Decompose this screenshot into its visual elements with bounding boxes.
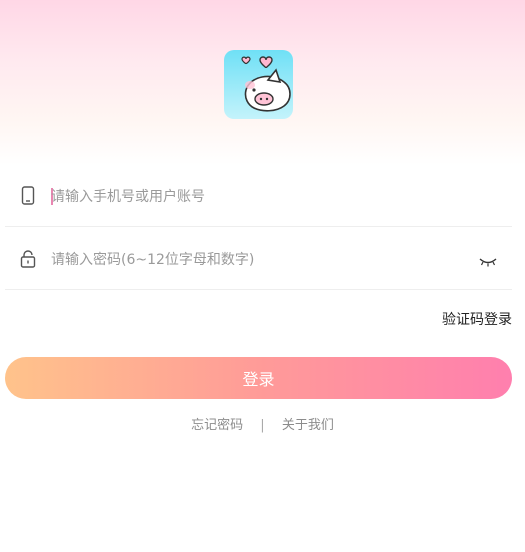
lock-icon bbox=[19, 249, 37, 269]
link-separator: | bbox=[260, 418, 265, 433]
account-input[interactable] bbox=[51, 186, 451, 208]
account-field bbox=[5, 166, 512, 227]
app-logo bbox=[224, 50, 293, 119]
phone-icon bbox=[19, 186, 37, 206]
about-us-link[interactable]: 关于我们 bbox=[282, 418, 334, 433]
forgot-password-link[interactable]: 忘记密码 bbox=[191, 418, 243, 433]
eye-closed-icon[interactable] bbox=[478, 253, 498, 267]
footer-links: 忘记密码 | 关于我们 bbox=[0, 414, 525, 433]
login-button[interactable]: 登录 bbox=[5, 357, 512, 399]
password-input[interactable] bbox=[51, 249, 451, 271]
password-field bbox=[5, 229, 512, 290]
login-screen: 验证码登录 登录 忘记密码 | 关于我们 bbox=[0, 0, 525, 552]
code-login-link[interactable]: 验证码登录 bbox=[442, 309, 512, 329]
